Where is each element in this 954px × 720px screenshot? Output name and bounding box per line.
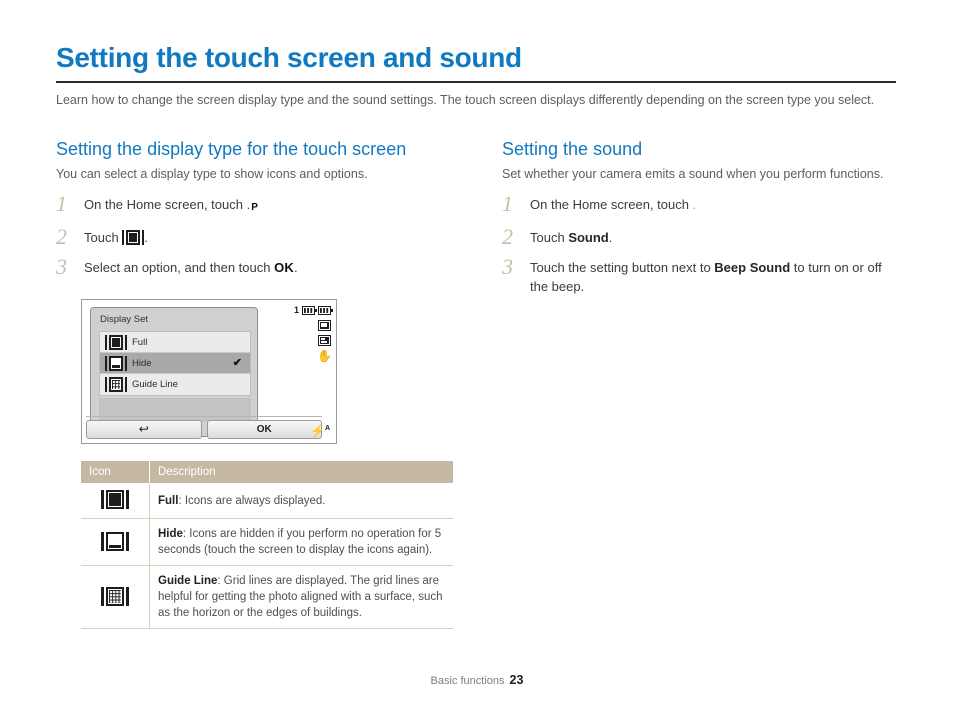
step-number: 1 <box>56 191 67 216</box>
display-set-icon <box>122 230 145 245</box>
step-text: Touch <box>530 230 569 245</box>
row-description-cell: Hide: Icons are hidden if you perform no… <box>149 518 453 566</box>
row-description-cell: Guide Line: Grid lines are displayed. Th… <box>149 565 453 629</box>
option-label: Guide Line <box>132 379 178 390</box>
step-item: 2 Touch . <box>56 224 466 249</box>
beep-sound-emphasis: Beep Sound <box>714 260 791 275</box>
table-header-row: Icon Description <box>81 461 453 483</box>
row-icon-cell <box>81 565 150 629</box>
step-item: 3 Select an option, and then touch OK. <box>56 254 466 279</box>
ok-button[interactable]: OK <box>206 420 322 439</box>
footer-page-number: 23 <box>509 673 524 687</box>
image-quality-icon <box>318 335 331 346</box>
option-label: Hide <box>132 358 152 369</box>
flash-glyph: ⚡ <box>309 424 325 438</box>
display-option-list: Full Hide ✔ Guide Line <box>99 331 251 396</box>
right-column: Setting the sound Set whether your camer… <box>502 138 902 307</box>
manual-page: Setting the touch screen and sound Learn… <box>0 0 954 720</box>
step-item: 2 Touch Sound. <box>502 224 902 249</box>
footer-chapter: Basic functions <box>430 675 505 687</box>
column-header-icon: Icon <box>81 461 150 483</box>
row-term: Guide Line <box>158 575 218 587</box>
icon-description-table: Icon Description Full: Icons are always … <box>81 461 453 629</box>
display-option-guide-line[interactable]: Guide Line <box>100 374 250 395</box>
display-hide-icon <box>105 356 127 371</box>
display-option-full[interactable]: Full <box>100 332 250 353</box>
button-divider <box>86 416 322 417</box>
section-title-sound: Setting the sound <box>502 139 643 159</box>
back-button[interactable]: ↩ <box>86 420 202 439</box>
row-term: Hide <box>158 528 183 540</box>
camera-button-bar: ↩ OK <box>86 420 322 439</box>
display-full-icon <box>105 335 127 350</box>
left-column: Setting the display type for the touch s… <box>56 138 466 288</box>
table-row: Guide Line: Grid lines are displayed. Th… <box>81 565 453 629</box>
steps-sound: 1 On the Home screen, touch . 2 Touch So… <box>502 191 902 296</box>
row-icon-cell <box>81 518 150 566</box>
image-size-icon <box>318 320 331 331</box>
step-text: On the Home screen, touch <box>530 197 693 212</box>
section-intro-sound: Set whether your camera emits a sound wh… <box>502 167 884 181</box>
page-footer: Basic functions 23 <box>0 673 954 687</box>
section-intro-display-type: You can select a display type to show ic… <box>56 167 368 181</box>
burst-count: 1 <box>293 305 299 315</box>
ois-hand-icon: ✋ <box>317 349 332 363</box>
ok-emphasis: OK <box>274 260 294 275</box>
table-body: Full: Icons are always displayed. Hide: … <box>81 483 453 629</box>
step-text: Touch <box>84 230 123 245</box>
option-label: Full <box>132 337 148 348</box>
sound-emphasis: Sound <box>568 230 609 245</box>
step-text: On the Home screen, touch <box>84 197 247 212</box>
display-grid-icon <box>101 586 129 606</box>
title-block: Setting the touch screen and sound Learn… <box>56 42 896 122</box>
step-number: 3 <box>502 254 513 279</box>
section-title-display-type: Setting the display type for the touch s… <box>56 139 407 159</box>
steps-display-type: 1 On the Home screen, touch P. 2 Touch .… <box>56 191 466 279</box>
display-grid-icon <box>105 377 127 392</box>
camera-screen-mockup: Display Set Full Hide ✔ Guide Line 1 ✋ ↩… <box>81 299 337 444</box>
display-option-hide[interactable]: Hide ✔ <box>100 353 250 374</box>
step-item: 3 Touch the setting button next to Beep … <box>502 254 902 296</box>
option-checkmark: ✔ <box>232 357 242 369</box>
row-description: : Icons are always displayed. <box>178 494 326 507</box>
row-icon-cell <box>81 483 150 519</box>
step-number: 2 <box>56 224 67 249</box>
step-text-after: . <box>294 260 298 275</box>
status-top-row: 1 <box>269 304 333 316</box>
step-number: 3 <box>56 254 67 279</box>
display-full-icon <box>101 490 129 509</box>
step-number: 2 <box>502 224 513 249</box>
battery-full-icon <box>318 305 333 315</box>
row-description-cell: Full: Icons are always displayed. <box>149 483 453 519</box>
row-term: Full <box>158 494 179 507</box>
title-divider <box>56 81 896 83</box>
table-row: Hide: Icons are hidden if you perform no… <box>81 518 453 566</box>
camera-status-icons: 1 ✋ <box>269 304 333 364</box>
column-header-description: Description <box>149 461 453 483</box>
table-row: Full: Icons are always displayed. <box>81 483 453 519</box>
page-intro: Learn how to change the screen display t… <box>56 93 875 107</box>
step-number: 1 <box>502 191 513 216</box>
flash-auto-icon: ⚡A <box>310 423 330 437</box>
page-title: Setting the touch screen and sound <box>56 42 522 73</box>
step-text: Select an option, and then touch <box>84 260 275 275</box>
flash-mode-letter: A <box>324 425 330 432</box>
panel-title: Display Set <box>100 314 149 325</box>
display-hide-icon <box>101 531 129 551</box>
battery-icon <box>302 305 317 315</box>
step-text: Touch the setting button next to <box>530 260 715 275</box>
step-item: 1 On the Home screen, touch P. <box>56 191 258 216</box>
step-text-after: . <box>144 230 148 245</box>
panel-filler <box>99 398 251 422</box>
display-set-panel: Display Set Full Hide ✔ Guide Line <box>90 307 258 437</box>
table-head: Icon Description <box>81 461 453 483</box>
step-text-after: . <box>608 230 613 245</box>
row-description: : Icons are hidden if you perform no ope… <box>158 528 442 556</box>
step-item: 1 On the Home screen, touch . <box>502 191 902 217</box>
